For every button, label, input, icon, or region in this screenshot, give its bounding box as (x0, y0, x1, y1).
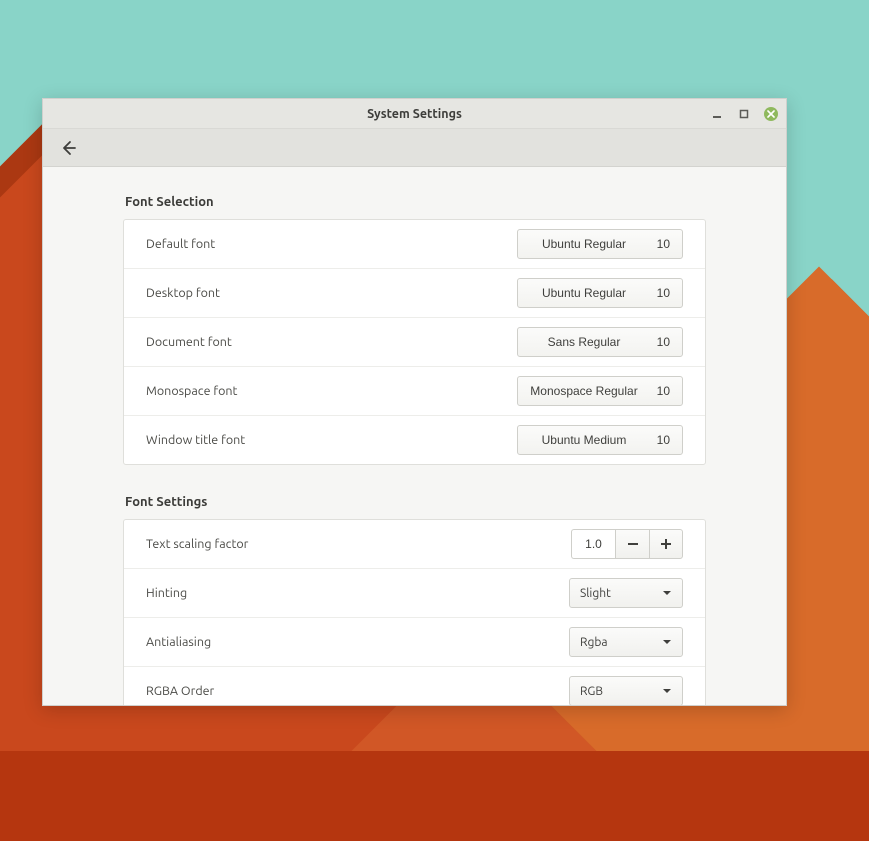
row-default-font: Default font Ubuntu Regular 10 (124, 220, 705, 268)
font-name: Ubuntu Regular (530, 286, 638, 300)
plus-icon (660, 538, 672, 550)
row-label: Desktop font (146, 286, 220, 300)
antialiasing-combobox[interactable]: Rgba (569, 627, 683, 657)
row-desktop-font: Desktop font Ubuntu Regular 10 (124, 268, 705, 317)
close-button[interactable] (763, 106, 778, 121)
row-monospace-font: Monospace font Monospace Regular 10 (124, 366, 705, 415)
row-label: Default font (146, 237, 215, 251)
row-antialiasing: Antialiasing Rgba (124, 617, 705, 666)
font-size: 10 (652, 335, 670, 349)
row-label: Monospace font (146, 384, 237, 398)
font-selection-panel: Default font Ubuntu Regular 10 Desktop f… (123, 219, 706, 465)
window-title-font-button[interactable]: Ubuntu Medium 10 (517, 425, 683, 455)
window-title: System Settings (367, 107, 462, 121)
font-settings-panel: Text scaling factor Hinting Slight (123, 519, 706, 705)
window-controls (709, 106, 778, 121)
font-size: 10 (652, 384, 670, 398)
section-heading-font-settings: Font Settings (125, 495, 704, 509)
row-text-scaling: Text scaling factor (124, 520, 705, 568)
system-settings-window: System Settings Font Selection Defaul (42, 98, 787, 706)
font-name: Sans Regular (530, 335, 638, 349)
monospace-font-button[interactable]: Monospace Regular 10 (517, 376, 683, 406)
hinting-combobox[interactable]: Slight (569, 578, 683, 608)
back-button[interactable] (57, 137, 79, 159)
font-size: 10 (652, 286, 670, 300)
chevron-down-icon (662, 588, 672, 598)
combobox-value: Rgba (580, 636, 654, 649)
font-name: Ubuntu Regular (530, 237, 638, 251)
text-scaling-increase-button[interactable] (649, 529, 683, 559)
row-window-title-font: Window title font Ubuntu Medium 10 (124, 415, 705, 464)
row-label: Hinting (146, 586, 187, 600)
minus-icon (627, 538, 639, 550)
arrow-left-icon (60, 140, 76, 156)
toolbar (43, 129, 786, 167)
font-size: 10 (652, 433, 670, 447)
row-label: Document font (146, 335, 232, 349)
section-heading-font-selection: Font Selection (125, 195, 704, 209)
text-scaling-decrease-button[interactable] (615, 529, 649, 559)
settings-body: Font Selection Default font Ubuntu Regul… (43, 167, 786, 705)
row-label: RGBA Order (146, 684, 214, 698)
combobox-value: Slight (580, 587, 654, 600)
desktop-font-button[interactable]: Ubuntu Regular 10 (517, 278, 683, 308)
maximize-icon (739, 109, 749, 119)
row-rgba-order: RGBA Order RGB (124, 666, 705, 705)
minimize-button[interactable] (709, 106, 724, 121)
font-size: 10 (652, 237, 670, 251)
document-font-button[interactable]: Sans Regular 10 (517, 327, 683, 357)
font-name: Ubuntu Medium (530, 433, 638, 447)
row-hinting: Hinting Slight (124, 568, 705, 617)
maximize-button[interactable] (736, 106, 751, 121)
text-scaling-input[interactable] (571, 529, 615, 559)
rgba-order-combobox[interactable]: RGB (569, 676, 683, 705)
text-scaling-stepper (571, 529, 683, 559)
chevron-down-icon (662, 637, 672, 647)
default-font-button[interactable]: Ubuntu Regular 10 (517, 229, 683, 259)
combobox-value: RGB (580, 685, 654, 698)
close-icon (767, 110, 775, 118)
row-label: Antialiasing (146, 635, 211, 649)
minimize-icon (712, 109, 722, 119)
row-label: Text scaling factor (146, 537, 248, 551)
font-name: Monospace Regular (530, 384, 638, 398)
row-label: Window title font (146, 433, 245, 447)
row-document-font: Document font Sans Regular 10 (124, 317, 705, 366)
wallpaper-shape (0, 751, 869, 841)
chevron-down-icon (662, 686, 672, 696)
titlebar: System Settings (43, 99, 786, 129)
